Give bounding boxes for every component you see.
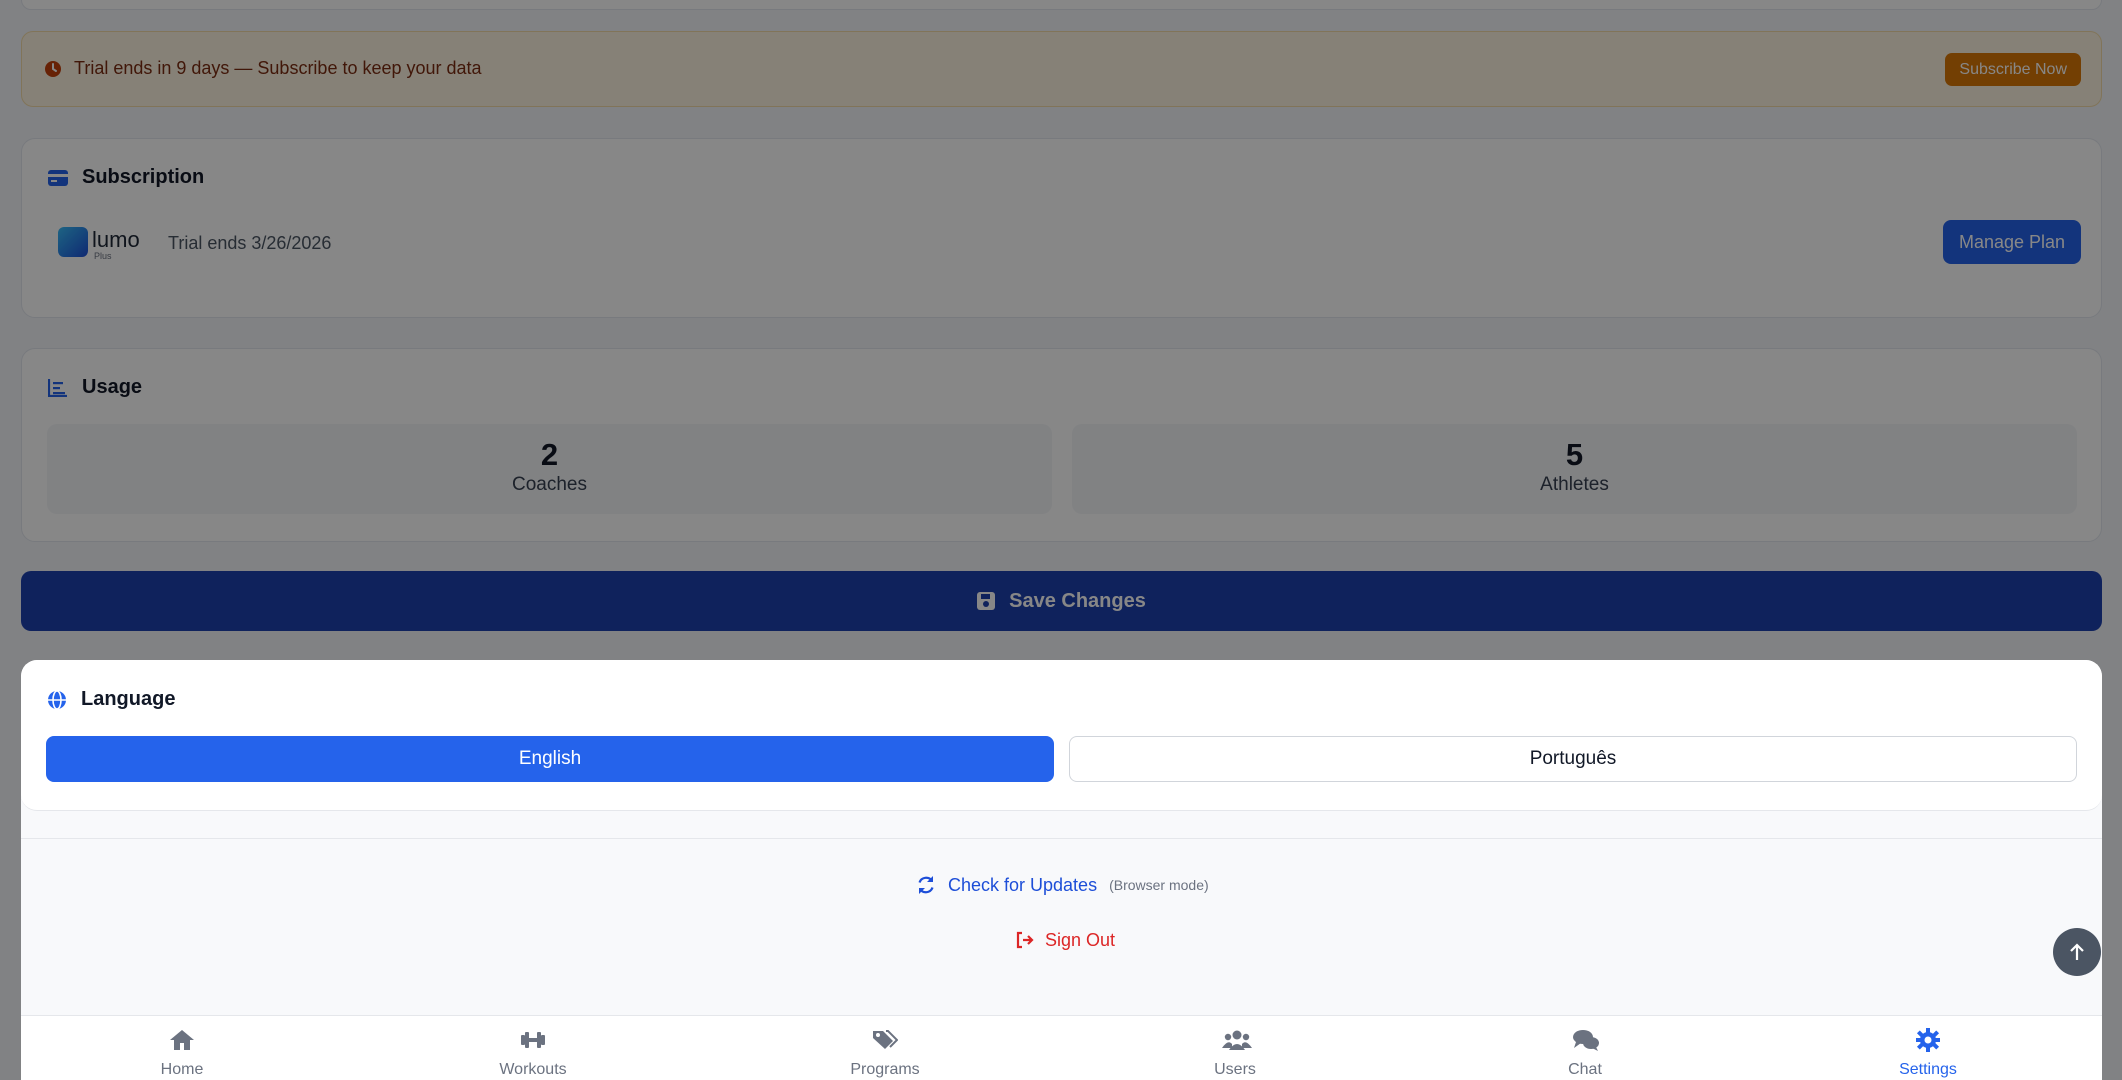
trial-banner-text: Trial ends in 9 days — Subscribe to keep… xyxy=(74,58,482,78)
arrow-up-icon xyxy=(2070,943,2084,960)
trial-ends-text: Trial ends 3/26/2026 xyxy=(168,233,332,253)
subscribe-now-button[interactable]: Subscribe Now xyxy=(1945,53,2081,86)
chat-icon xyxy=(1573,1030,1599,1051)
refresh-icon xyxy=(918,876,934,894)
scroll-to-top-button[interactable] xyxy=(2053,928,2101,976)
page-top-edge xyxy=(21,0,2102,10)
dumbbell-icon xyxy=(521,1032,545,1048)
check-updates-label: Check for Updates xyxy=(948,874,1098,895)
bottom-nav: Home Workouts Programs Users Chat Settin… xyxy=(21,1015,2102,1080)
subscription-title: Subscription xyxy=(82,166,205,188)
divider xyxy=(21,838,2102,839)
athletes-stat: 5 Athletes xyxy=(1072,424,2077,514)
nav-home[interactable]: Home xyxy=(122,1016,242,1080)
sign-out-icon xyxy=(1016,931,1034,949)
subscription-card: Subscription lumo Plus Trial ends 3/26/2… xyxy=(21,138,2102,318)
tags-icon xyxy=(873,1030,898,1049)
nav-programs[interactable]: Programs xyxy=(825,1016,945,1080)
lumo-logo: lumo Plus xyxy=(58,227,148,261)
home-icon xyxy=(170,1030,194,1050)
credit-card-icon xyxy=(48,169,68,186)
browser-mode-note: (Browser mode) xyxy=(1109,877,1209,893)
check-updates-button[interactable]: Check for Updates (Browser mode) xyxy=(916,870,1209,900)
language-sheet: Language English Português Check for Upd… xyxy=(21,660,2102,1080)
users-icon xyxy=(1222,1030,1252,1050)
save-icon xyxy=(977,592,996,610)
usage-title: Usage xyxy=(82,376,143,398)
bar-chart-icon xyxy=(48,378,67,397)
language-card: Language English Português xyxy=(21,660,2102,811)
logo-mark-icon xyxy=(58,227,88,257)
nav-settings[interactable]: Settings xyxy=(1868,1016,1988,1080)
language-title: Language xyxy=(81,688,176,710)
trial-banner: Trial ends in 9 days — Subscribe to keep… xyxy=(21,31,2102,107)
clock-icon xyxy=(45,61,61,77)
manage-plan-button[interactable]: Manage Plan xyxy=(1943,220,2081,264)
sign-out-button[interactable]: Sign Out xyxy=(1015,925,1115,955)
nav-users[interactable]: Users xyxy=(1175,1016,1295,1080)
save-changes-button[interactable]: Save Changes xyxy=(21,571,2102,631)
language-option-english[interactable]: English xyxy=(46,736,1054,782)
coaches-stat: 2 Coaches xyxy=(47,424,1052,514)
language-option-portugues[interactable]: Português xyxy=(1069,736,2077,782)
nav-workouts[interactable]: Workouts xyxy=(473,1016,593,1080)
nav-chat[interactable]: Chat xyxy=(1525,1016,1645,1080)
gear-icon xyxy=(1916,1028,1940,1052)
globe-icon xyxy=(48,689,66,710)
